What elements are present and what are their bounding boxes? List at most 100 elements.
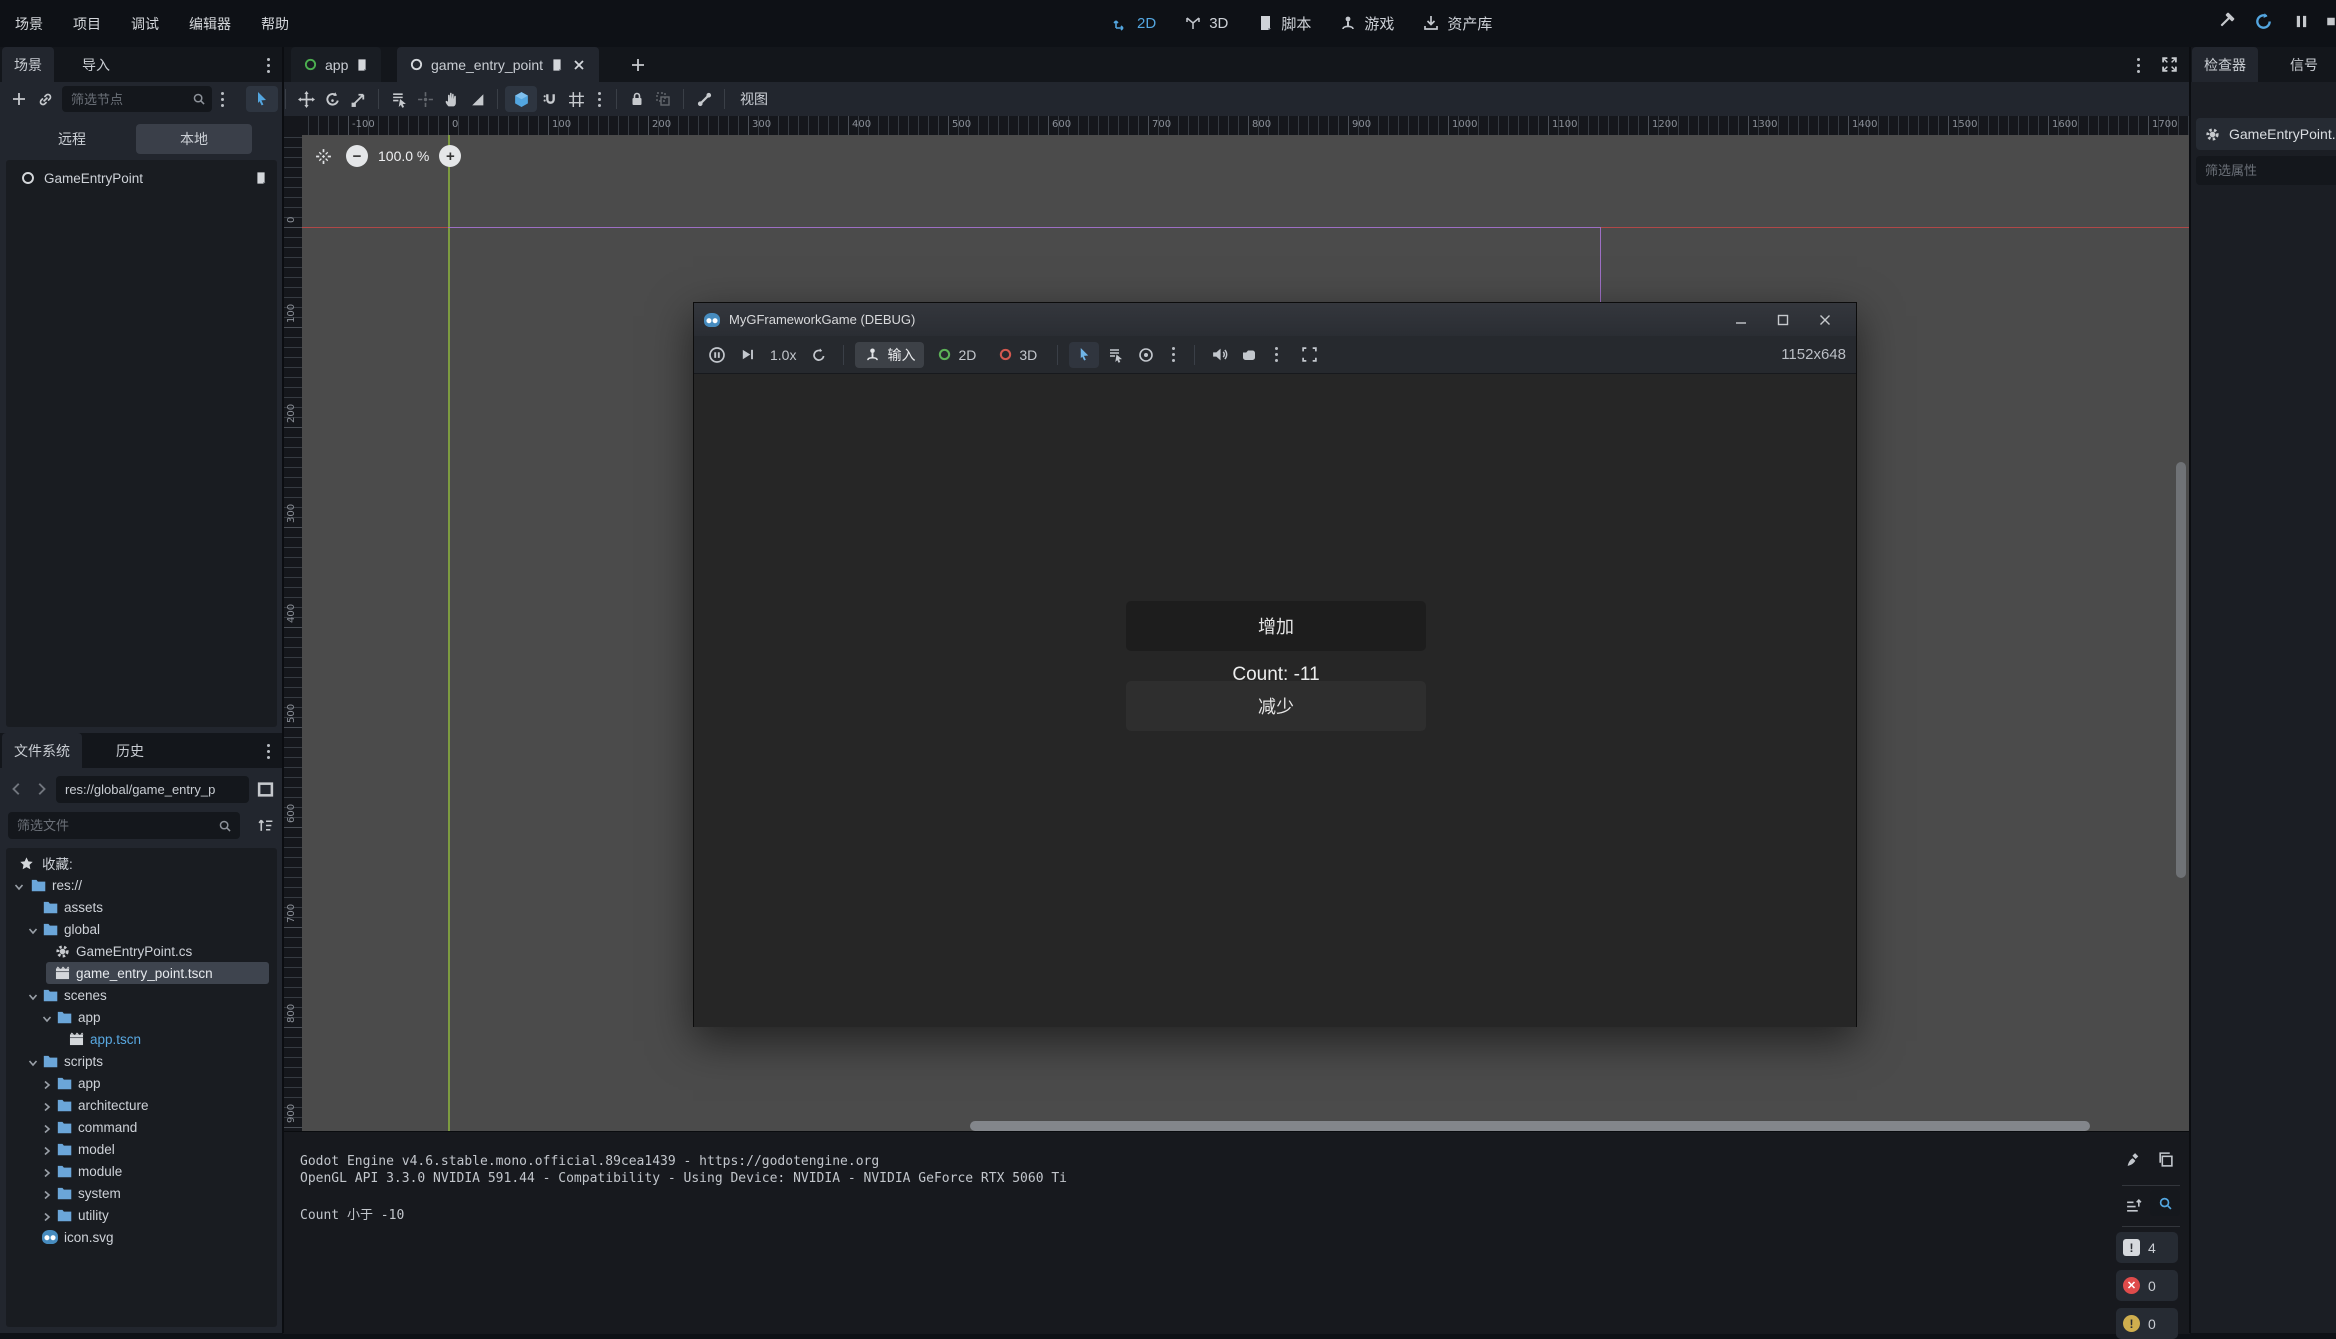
menu-help[interactable]: 帮助 — [246, 0, 304, 47]
instance-scene-icon[interactable] — [32, 86, 58, 112]
stop-icon[interactable] — [2326, 8, 2336, 34]
tree-item-game-entry-point-tscn[interactable]: game_entry_point.tscn — [6, 962, 277, 984]
messages-count-badge[interactable]: ! 4 — [2116, 1232, 2178, 1263]
tree-item-scripts-app[interactable]: app — [6, 1072, 277, 1094]
zoom-in-button[interactable]: + — [439, 145, 461, 167]
move-tool-icon[interactable] — [293, 86, 319, 112]
scene-tree-node-root[interactable]: GameEntryPoint — [6, 167, 277, 189]
ruler-tool-icon[interactable] — [464, 86, 490, 112]
scene-tabs-menu-icon[interactable] — [2128, 53, 2148, 77]
scene-tab-game-entry-point[interactable]: game_entry_point — [397, 47, 599, 82]
local-button[interactable]: 本地 — [136, 124, 252, 154]
tab-filesystem[interactable]: 文件系统 — [2, 733, 82, 768]
snap-toggle-icon[interactable] — [505, 86, 537, 112]
camera-options-icon[interactable] — [1236, 342, 1262, 368]
lock-icon[interactable] — [624, 86, 650, 112]
chevron-down-icon[interactable] — [14, 880, 24, 890]
game-select-tool-icon[interactable] — [1069, 342, 1099, 368]
vertical-scrollbar[interactable] — [2176, 462, 2186, 878]
audio-mute-icon[interactable] — [1206, 342, 1232, 368]
tree-item-architecture[interactable]: architecture — [6, 1094, 277, 1116]
rotate-tool-icon[interactable] — [319, 86, 345, 112]
tree-item-system[interactable]: system — [6, 1182, 277, 1204]
select-pivot-tool-icon[interactable] — [412, 86, 438, 112]
tree-item-global[interactable]: global — [6, 918, 277, 940]
zoom-level[interactable]: 100.0 % — [378, 148, 429, 164]
nav-back-icon[interactable] — [4, 776, 30, 802]
search-messages-icon[interactable] — [2150, 1190, 2180, 1216]
game-list-select-icon[interactable] — [1103, 342, 1129, 368]
workspace-assetlib[interactable]: 资产库 — [1408, 6, 1506, 40]
chevron-right-icon[interactable] — [42, 1188, 52, 1198]
expand-canvas-icon[interactable] — [2156, 51, 2182, 77]
dock-tab-import[interactable]: 导入 — [70, 47, 122, 82]
chevron-right-icon[interactable] — [42, 1100, 52, 1110]
collapse-messages-icon[interactable] — [2120, 1192, 2146, 1218]
horizontal-scrollbar[interactable] — [970, 1121, 2090, 1131]
tree-item-icon-svg[interactable]: icon.svg — [6, 1226, 277, 1248]
tree-item-favorites[interactable]: 收藏: — [6, 852, 277, 874]
scene-tab-app[interactable]: app — [291, 47, 381, 82]
speed-selector[interactable]: 1.0x — [764, 347, 802, 363]
workspace-3d[interactable]: 3D — [1170, 6, 1242, 40]
input-mode-button[interactable]: 输入 — [855, 342, 924, 368]
script-icon[interactable] — [550, 57, 564, 72]
tab-history[interactable]: 历史 — [104, 733, 156, 768]
tree-item-model[interactable]: model — [6, 1138, 277, 1160]
chevron-right-icon[interactable] — [42, 1078, 52, 1088]
workspace-game[interactable]: 游戏 — [1325, 6, 1408, 40]
maximize-icon[interactable] — [1762, 303, 1804, 336]
chevron-right-icon[interactable] — [42, 1144, 52, 1154]
nav-forward-icon[interactable] — [28, 776, 54, 802]
remote-button[interactable]: 远程 — [14, 124, 130, 154]
suspend-icon[interactable] — [704, 342, 730, 368]
tree-item-module[interactable]: module — [6, 1160, 277, 1182]
embed-3d-button[interactable]: 3D — [989, 342, 1046, 368]
smart-snap-icon[interactable] — [537, 86, 563, 112]
minimize-icon[interactable] — [1720, 303, 1762, 336]
tree-item-app-folder[interactable]: app — [6, 1006, 277, 1028]
right-splitter[interactable] — [2189, 47, 2191, 1333]
chevron-down-icon[interactable] — [28, 924, 38, 934]
filesystem-menu-icon[interactable] — [258, 739, 278, 763]
reset-speed-icon[interactable] — [806, 342, 832, 368]
tree-item-app-tscn[interactable]: app.tscn — [6, 1028, 277, 1050]
copy-output-icon[interactable] — [2152, 1146, 2178, 1172]
filter-files-input[interactable] — [8, 812, 240, 839]
fullscreen-icon[interactable] — [1296, 342, 1322, 368]
zoom-out-button[interactable]: − — [346, 145, 368, 167]
tree-item-scenes[interactable]: scenes — [6, 984, 277, 1006]
game-window-titlebar[interactable]: MyGFrameworkGame (DEBUG) — [694, 303, 1856, 336]
scale-tool-icon[interactable] — [345, 86, 371, 112]
select-tool-icon[interactable] — [246, 86, 278, 112]
filter-properties-input[interactable] — [2196, 156, 2336, 185]
tree-item-assets[interactable]: assets — [6, 896, 277, 918]
tree-item-command[interactable]: command — [6, 1116, 277, 1138]
tree-item-res-root[interactable]: res:// — [6, 874, 277, 896]
tab-inspector[interactable]: 检查器 — [2192, 47, 2258, 82]
menu-debug[interactable]: 调试 — [116, 0, 174, 47]
chevron-down-icon[interactable] — [42, 1012, 52, 1022]
chevron-right-icon[interactable] — [42, 1210, 52, 1220]
chevron-right-icon[interactable] — [42, 1166, 52, 1176]
close-tab-icon[interactable] — [571, 57, 587, 73]
tree-item-utility[interactable]: utility — [6, 1204, 277, 1226]
game-options-icon[interactable] — [1266, 343, 1286, 367]
dock-tab-scene[interactable]: 场景 — [2, 47, 54, 82]
skeleton-bone-icon[interactable] — [691, 86, 717, 112]
menu-editor[interactable]: 编辑器 — [174, 0, 246, 47]
errors-count-badge[interactable]: ✕ 0 — [2116, 1270, 2178, 1301]
grid-snap-icon[interactable] — [563, 86, 589, 112]
snap-options-icon[interactable] — [589, 87, 609, 111]
pause-icon[interactable] — [2288, 8, 2314, 34]
left-splitter[interactable] — [282, 47, 284, 1333]
selection-options-icon[interactable] — [1163, 343, 1183, 367]
decrease-button[interactable]: 减少 — [1126, 681, 1426, 731]
menu-scene[interactable]: 场景 — [0, 0, 58, 47]
next-frame-icon[interactable] — [734, 342, 760, 368]
camera-override-icon[interactable] — [1133, 342, 1159, 368]
tree-item-scripts[interactable]: scripts — [6, 1050, 277, 1072]
tab-signals[interactable]: 信号 — [2278, 47, 2330, 82]
increase-button[interactable]: 增加 — [1126, 601, 1426, 651]
path-field[interactable] — [56, 776, 249, 803]
